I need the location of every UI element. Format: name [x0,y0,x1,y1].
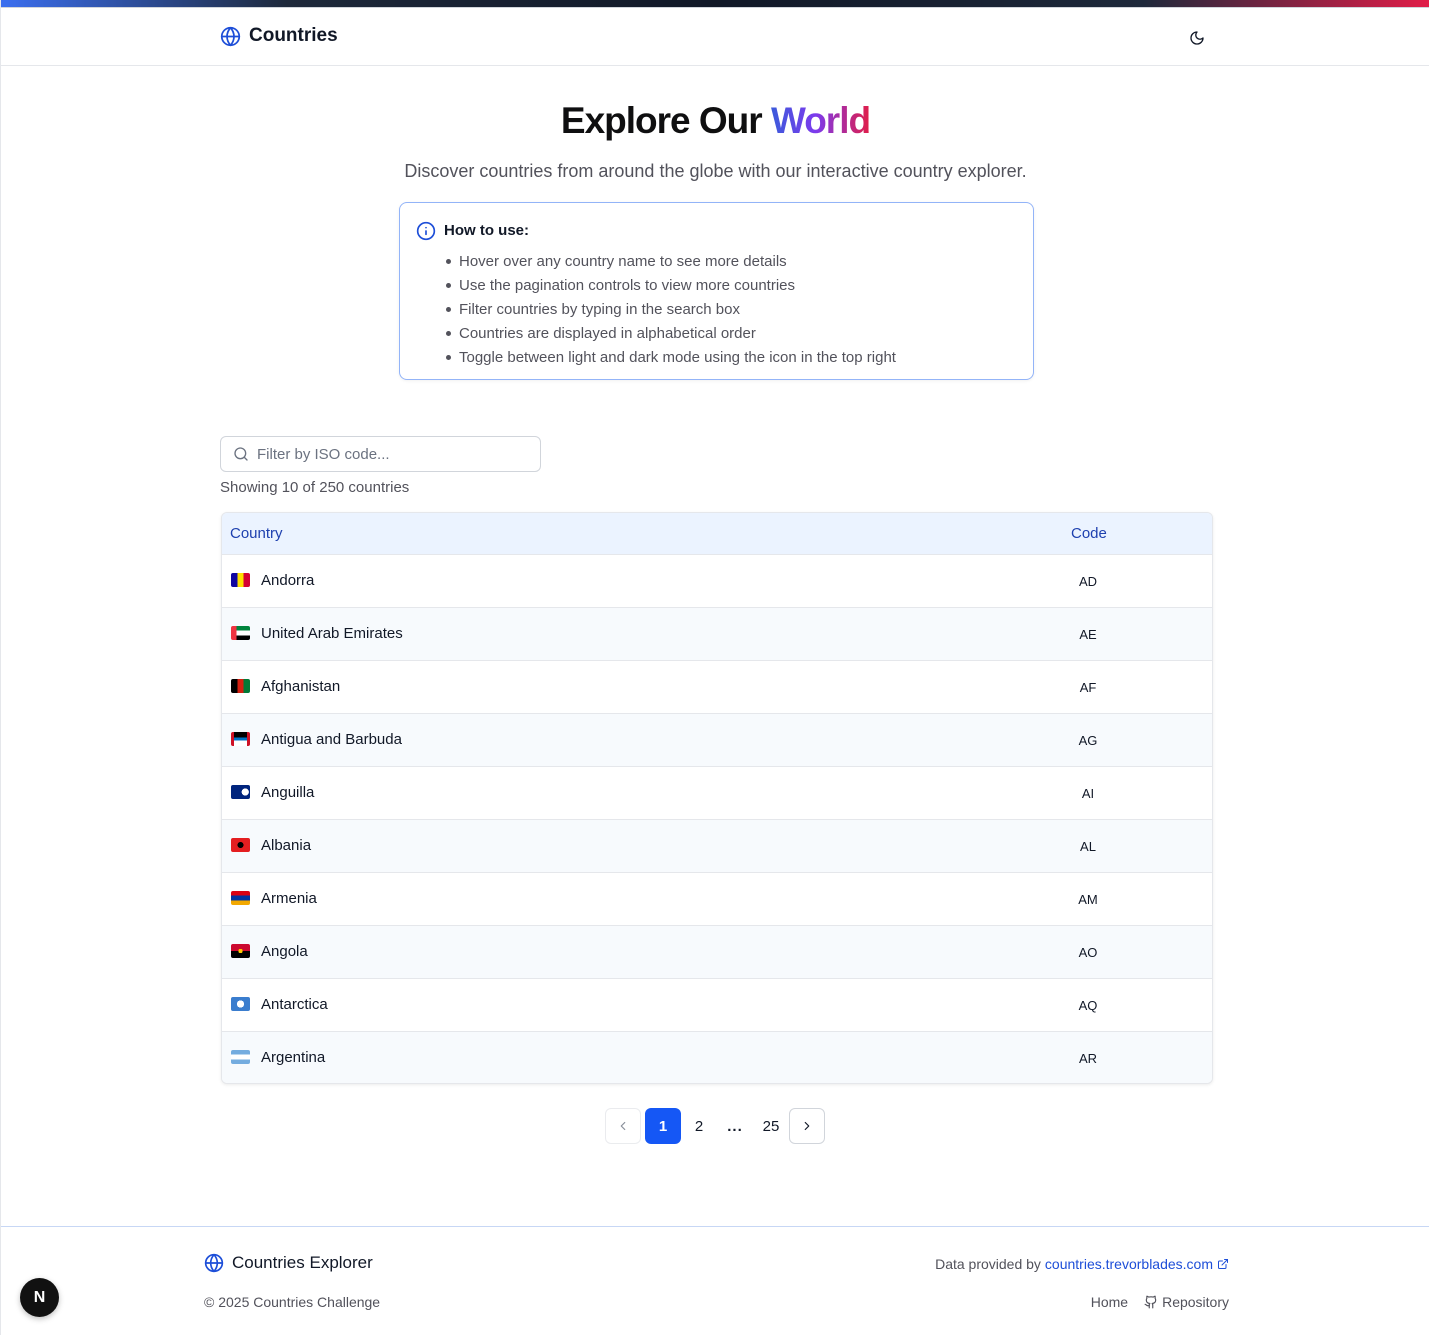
table-row: Argentina AR [222,1032,1212,1083]
moon-icon [1190,31,1204,45]
country-name[interactable]: Afghanistan [261,678,340,695]
list-item: Filter countries by typing in the search… [444,297,896,321]
countries-table: Country Code Andorra AD United Arab Emir… [221,512,1213,1084]
column-header-country: Country [230,525,283,542]
country-code: AR [1078,1051,1098,1066]
pagination: 1 2 ... 25 [605,1108,825,1144]
country-name[interactable]: Albania [261,837,311,854]
country-code: AE [1079,627,1097,642]
page: Countries Explore Our World Discover cou… [0,0,1429,1335]
table-row: Afghanistan AF [222,661,1212,714]
brand-title: Countries [249,25,338,46]
country-code: AO [1078,945,1098,960]
table-row: Antarctica AQ [222,979,1212,1032]
data-source-link[interactable]: countries.trevorblades.com [1045,1256,1213,1272]
table-row: United Arab Emirates AE [222,608,1212,661]
title-accent: World [770,100,871,141]
country-code: AI [1081,786,1095,801]
table-row: Armenia AM [222,873,1212,926]
data-prefix: Data provided by [935,1256,1041,1272]
search-box[interactable] [220,436,541,472]
external-link-icon [1218,1259,1228,1269]
andorra-flag-icon [231,573,250,587]
copyright: © 2025 Countries Challenge [204,1294,381,1310]
how-to-use-list: Hover over any country name to see more … [444,249,896,369]
country-code: AM [1078,892,1098,907]
footer-repository-link[interactable]: Repository [1144,1294,1229,1310]
country-code: AL [1080,839,1096,854]
country-name[interactable]: Armenia [261,890,317,907]
theme-toggle-button[interactable] [1185,26,1209,50]
country-name[interactable]: Andorra [261,572,314,589]
country-name[interactable]: Argentina [261,1049,325,1066]
table-row: Antigua and Barbuda AG [222,714,1212,767]
pagination-ellipsis: ... [727,1117,743,1135]
search-icon [234,447,248,461]
armenia-flag-icon [231,891,250,905]
table-row: Anguilla AI [222,767,1212,820]
site-header: Countries [1,9,1429,66]
footer-brand-title: Countries Explorer [232,1253,373,1272]
country-code: AQ [1078,998,1098,1013]
page-button-current[interactable]: 1 [645,1108,681,1144]
github-icon [1144,1295,1157,1309]
previous-page-button[interactable] [605,1108,641,1144]
list-item: Countries are displayed in alphabetical … [444,321,896,345]
column-header-code: Code [1071,525,1107,542]
country-name[interactable]: Anguilla [261,784,314,801]
country-name[interactable]: Antarctica [261,996,328,1013]
page-subtitle: Discover countries from around the globe… [404,161,1027,181]
table-header: Country Code [222,513,1212,555]
footer-links: Home Repository [1091,1294,1229,1310]
angola-flag-icon [231,944,250,958]
how-to-use-title: How to use: [444,222,529,239]
nextjs-dev-badge[interactable]: N [20,1278,59,1317]
country-code: AG [1078,733,1098,748]
table-row: Andorra AD [222,555,1212,608]
chevron-left-icon [620,1121,626,1131]
repository-label: Repository [1162,1294,1229,1310]
brand-link[interactable]: Countries [220,25,338,47]
country-name[interactable]: United Arab Emirates [261,625,403,642]
afghanistan-flag-icon [231,679,250,693]
how-to-use-box: How to use: Hover over any country name … [399,202,1034,380]
country-name[interactable]: Angola [261,943,308,960]
list-item: Hover over any country name to see more … [444,249,896,273]
uae-flag-icon [231,626,250,640]
country-code: AD [1078,574,1098,589]
antarctica-flag-icon [231,997,250,1011]
table-row: Angola AO [222,926,1212,979]
search-input[interactable] [257,445,517,463]
page-button[interactable]: 25 [753,1108,789,1144]
nextjs-logo-icon: N [33,1288,46,1306]
list-item: Toggle between light and dark mode using… [444,345,896,369]
next-page-button[interactable] [789,1108,825,1144]
footer-home-link[interactable]: Home [1091,1294,1128,1310]
country-name[interactable]: Antigua and Barbuda [261,731,402,748]
data-attribution: Data provided by countries.trevorblades.… [935,1256,1229,1272]
chevron-right-icon [804,1121,810,1131]
antigua-flag-icon [231,732,250,746]
top-divider [1,7,1429,8]
footer-brand: Countries Explorer [204,1253,373,1273]
anguilla-flag-icon [231,785,250,799]
table-body: Andorra AD United Arab Emirates AE Afgha… [222,555,1212,1083]
page-title: Explore Our World [1,100,1429,142]
argentina-flag-icon [231,1050,250,1064]
list-item: Use the pagination controls to view more… [444,273,896,297]
table-row: Albania AL [222,820,1212,873]
site-footer: Countries Explorer © 2025 Countries Chal… [1,1226,1429,1335]
globe-icon [204,1253,224,1273]
title-main: Explore Our [560,100,763,141]
globe-icon [220,26,241,46]
albania-flag-icon [231,838,250,852]
info-icon [416,221,436,241]
country-code: AF [1079,680,1097,695]
page-button[interactable]: 2 [681,1108,717,1144]
result-count: Showing 10 of 250 countries [220,479,410,496]
